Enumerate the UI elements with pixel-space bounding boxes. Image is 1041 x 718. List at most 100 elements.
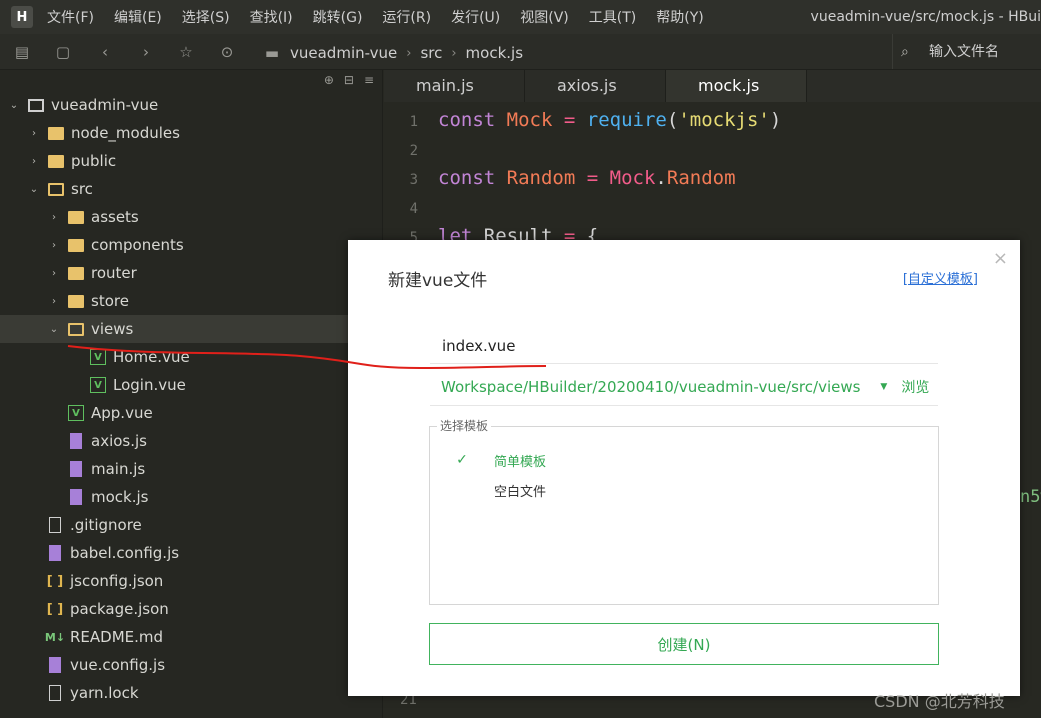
browse-button[interactable]: 浏览	[901, 377, 929, 397]
tree-item-app-vue[interactable]: V App.vue	[0, 399, 382, 427]
tree-item-gitignore[interactable]: .gitignore	[0, 511, 382, 539]
tree-item-label: .gitignore	[70, 516, 142, 534]
template-option-blank[interactable]: 空白文件	[430, 478, 938, 502]
chevron-down-icon[interactable]: ⌄	[48, 324, 60, 335]
create-button[interactable]: 创建(N)	[429, 623, 939, 665]
tab-main-js[interactable]: main.js	[384, 70, 525, 102]
tab-mock-js[interactable]: mock.js	[666, 70, 807, 102]
chevron-down-icon[interactable]: ⌄	[8, 100, 20, 111]
close-icon[interactable]: ×	[993, 248, 1008, 269]
tree-item-router[interactable]: › router	[0, 259, 382, 287]
tree-item-main-js[interactable]: main.js	[0, 455, 382, 483]
menu-goto[interactable]: 跳转(G)	[313, 7, 363, 27]
tree-item-components[interactable]: › components	[0, 231, 382, 259]
editor-tabs: main.js axios.js mock.js	[384, 70, 1041, 102]
tree-item-label: components	[91, 236, 184, 254]
chevron-right-icon[interactable]: ›	[48, 296, 60, 307]
tree-item-public[interactable]: › public	[0, 147, 382, 175]
tree-item-readme[interactable]: M↓ README.md	[0, 623, 382, 651]
tree-item-mock-js[interactable]: mock.js	[0, 483, 382, 511]
menu-help[interactable]: 帮助(Y)	[656, 7, 703, 27]
menu-publish[interactable]: 发行(U)	[451, 7, 500, 27]
tree-item-vue-config[interactable]: vue.config.js	[0, 651, 382, 679]
project-explorer: ⊕ ⊟ ≡ ⌄ vueadmin-vue › node_modules › pu…	[0, 70, 383, 718]
menu-tools[interactable]: 工具(T)	[589, 7, 636, 27]
tree-item-label: jsconfig.json	[70, 572, 164, 590]
breadcrumb-separator-icon: ›	[451, 45, 457, 61]
file-search-input[interactable]	[929, 43, 1039, 60]
forward-icon[interactable]: ›	[136, 42, 156, 62]
tree-item-package-json[interactable]: [ ] package.json	[0, 595, 382, 623]
menu-icon[interactable]: ≡	[364, 73, 374, 87]
hbuilder-logo-icon: H	[11, 6, 33, 28]
chevron-right-icon[interactable]: ›	[48, 240, 60, 251]
breadcrumb-project[interactable]: vueadmin-vue	[290, 44, 397, 62]
tree-item-label: assets	[91, 208, 139, 226]
code-overflow-text: n5w	[1020, 487, 1041, 507]
code-punct: .	[655, 167, 667, 189]
menu-find[interactable]: 查找(I)	[250, 7, 293, 27]
star-icon[interactable]: ☆	[176, 42, 196, 62]
toolbar: ▤ ▢ ‹ › ☆ ⊙ ▬ vueadmin-vue › src › mock.…	[0, 34, 1041, 70]
back-icon[interactable]: ‹	[95, 42, 115, 62]
tree-item-label: store	[91, 292, 129, 310]
breadcrumb-file[interactable]: mock.js	[466, 44, 523, 62]
tree-item-label: node_modules	[71, 124, 180, 142]
chevron-right-icon[interactable]: ›	[28, 128, 40, 139]
line-number: 1	[409, 114, 418, 130]
tree-item-login-vue[interactable]: V Login.vue	[0, 371, 382, 399]
chevron-down-icon[interactable]: ▼	[880, 382, 887, 392]
tree-item-src[interactable]: ⌄ src	[0, 175, 382, 203]
folder-icon	[68, 294, 84, 308]
locate-icon[interactable]: ⊕	[324, 73, 334, 87]
path-value[interactable]: Workspace/HBuilder/20200410/vueadmin-vue…	[441, 378, 860, 396]
js-file-icon	[70, 461, 82, 477]
tree-item-yarn-lock[interactable]: yarn.lock	[0, 679, 382, 707]
folder-icon	[48, 154, 64, 168]
vue-file-icon: V	[90, 377, 106, 393]
menu-file[interactable]: 文件(F)	[47, 7, 94, 27]
chevron-right-icon[interactable]: ›	[48, 268, 60, 279]
breadcrumb-separator-icon: ›	[406, 45, 412, 61]
code-line-3: 3 const Random = Mock.Random	[384, 164, 736, 193]
template-selector: 选择模板 ✓ 简单模板 空白文件	[429, 417, 939, 605]
code-line-2: 2	[384, 135, 438, 164]
menu-edit[interactable]: 编辑(E)	[114, 7, 162, 27]
folder-icon	[68, 210, 84, 224]
tree-item-axios-js[interactable]: axios.js	[0, 427, 382, 455]
tree-item-views[interactable]: ⌄ views	[0, 315, 382, 343]
tree-item-babel-config[interactable]: babel.config.js	[0, 539, 382, 567]
template-option-simple[interactable]: ✓ 简单模板	[430, 448, 938, 472]
tree-item-store[interactable]: › store	[0, 287, 382, 315]
tree-item-assets[interactable]: › assets	[0, 203, 382, 231]
tree-item-label: Home.vue	[113, 348, 190, 366]
json-file-icon: [ ]	[46, 601, 64, 617]
file-icon	[49, 517, 61, 533]
menu-view[interactable]: 视图(V)	[520, 7, 569, 27]
tree-item-project[interactable]: ⌄ vueadmin-vue	[0, 91, 382, 119]
new-file-icon[interactable]: ▤	[12, 42, 32, 62]
template-label: 简单模板	[494, 454, 547, 470]
tab-axios-js[interactable]: axios.js	[525, 70, 666, 102]
tree-item-label: vueadmin-vue	[51, 96, 159, 114]
filename-input[interactable]	[430, 328, 938, 364]
tree-item-home-vue[interactable]: V Home.vue	[0, 343, 382, 371]
tree-item-label: App.vue	[91, 404, 153, 422]
collapse-all-icon[interactable]: ⊟	[344, 73, 354, 87]
menu-run[interactable]: 运行(R)	[382, 7, 431, 27]
chevron-down-icon[interactable]: ⌄	[28, 184, 40, 195]
menu-select[interactable]: 选择(S)	[182, 7, 230, 27]
tree-item-label: axios.js	[91, 432, 147, 450]
file-icon	[49, 685, 61, 701]
run-icon[interactable]: ⊙	[217, 42, 237, 62]
code-object: Mock	[609, 167, 656, 189]
save-icon[interactable]: ▢	[53, 42, 73, 62]
chevron-right-icon[interactable]: ›	[28, 156, 40, 167]
line-number: 3	[409, 172, 418, 188]
folder-icon	[68, 238, 84, 252]
tree-item-node-modules[interactable]: › node_modules	[0, 119, 382, 147]
breadcrumb-src[interactable]: src	[420, 44, 442, 62]
tree-item-jsconfig[interactable]: [ ] jsconfig.json	[0, 567, 382, 595]
custom-template-link[interactable]: [自定义模板]	[903, 268, 978, 287]
chevron-right-icon[interactable]: ›	[48, 212, 60, 223]
